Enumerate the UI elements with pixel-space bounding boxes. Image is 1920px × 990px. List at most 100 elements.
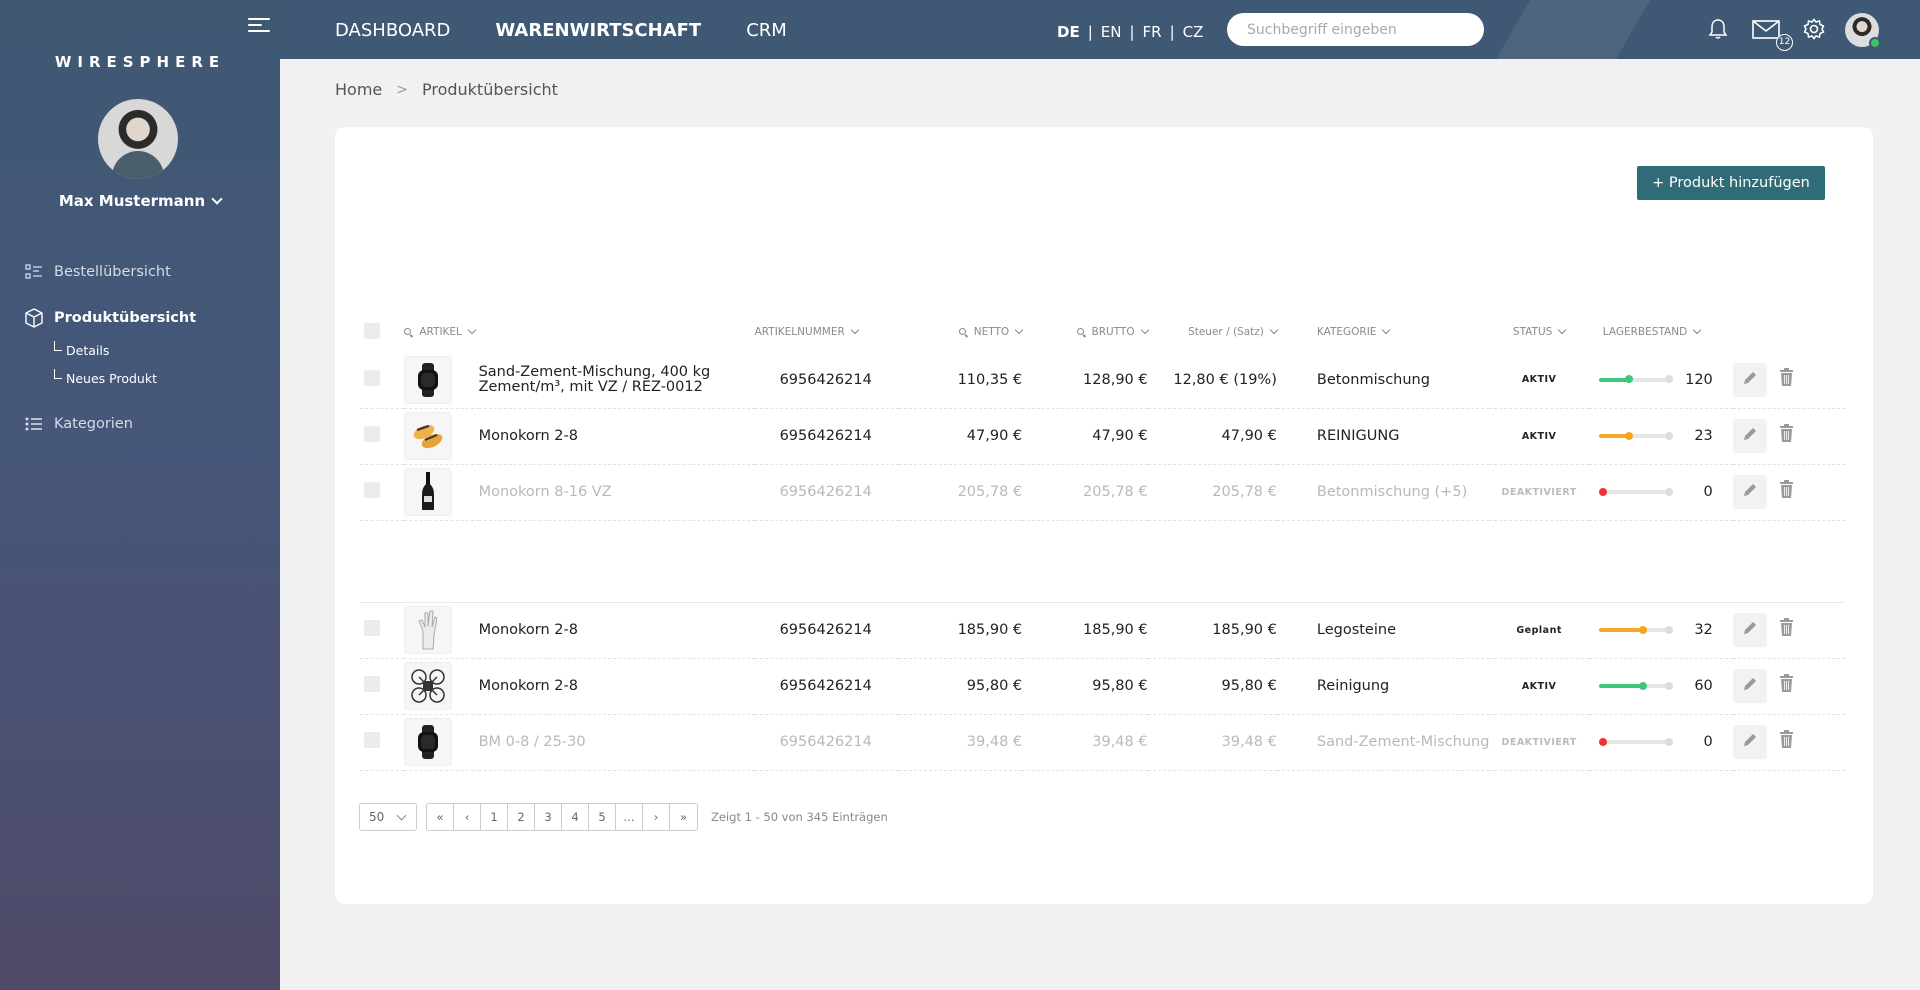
stock-value: 120 — [1685, 371, 1713, 388]
topnav-dashboard[interactable]: DASHBOARD — [335, 20, 450, 41]
lang-fr[interactable]: FR — [1143, 23, 1162, 41]
select-all-checkbox[interactable] — [364, 322, 380, 339]
col-artikel[interactable]: ARTIKEL — [404, 312, 754, 352]
product-sku: 6956426214 — [779, 678, 872, 694]
user-menu[interactable]: Max Mustermann — [0, 192, 280, 210]
topnav-crm[interactable]: CRM — [746, 20, 787, 41]
page-link[interactable]: 2 — [508, 804, 535, 830]
status-badge: DEAKTIVIERT — [1501, 486, 1577, 498]
edit-button[interactable] — [1733, 613, 1768, 647]
breadcrumb-home[interactable]: Home — [335, 80, 382, 99]
delete-button[interactable] — [1773, 424, 1799, 446]
col-status[interactable]: STATUS — [1489, 312, 1588, 352]
pencil-icon — [1742, 676, 1758, 696]
col-steuer[interactable]: Steuer / (Satz) — [1148, 312, 1279, 352]
sidebar-item-label: Bestellübersicht — [54, 264, 171, 280]
page-link[interactable]: ... — [616, 804, 643, 830]
page-link[interactable]: » — [670, 804, 697, 830]
user-avatar-small[interactable] — [1845, 13, 1881, 49]
chevron-down-icon — [396, 810, 407, 821]
col-artikelnummer[interactable]: ARTIKELNUMMER — [755, 312, 899, 352]
list-detail-icon — [24, 262, 44, 282]
table-header: ARTIKEL ARTIKELNUMMER NETTO BRUTTO Steue… — [360, 312, 1845, 352]
stock-value: 32 — [1694, 622, 1713, 638]
row-checkbox[interactable] — [364, 732, 380, 748]
row-checkbox[interactable] — [364, 620, 380, 636]
edit-button[interactable] — [1733, 725, 1768, 759]
delete-button[interactable] — [1773, 480, 1799, 502]
product-name[interactable]: Monokorn 8-16 VZ — [479, 484, 612, 500]
product-brutto: 47,90 € — [1092, 428, 1148, 444]
topnav-warenwirtschaft[interactable]: WARENWIRTSCHAFT — [495, 20, 701, 41]
lang-cz[interactable]: CZ — [1183, 23, 1204, 41]
product-name[interactable]: BM 0-8 / 25-30 — [479, 734, 586, 750]
product-thumbnail — [404, 355, 453, 404]
product-category: Legosteine — [1316, 622, 1396, 638]
sidebar-item-kategorien[interactable]: Kategorien — [0, 410, 280, 438]
delete-button[interactable] — [1773, 730, 1799, 752]
stock-indicator: 0 — [1598, 734, 1733, 750]
edit-button[interactable] — [1733, 419, 1768, 453]
page-size-select[interactable]: 50 — [359, 803, 417, 831]
table-row[interactable]: Monokorn 2-8 6956426214 47,90 € 47,90 € 47,9… — [360, 408, 1845, 465]
row-checkbox[interactable] — [364, 482, 380, 498]
mail-icon[interactable]: 12 — [1752, 20, 1793, 51]
product-name[interactable]: Monokorn 2-8 — [479, 622, 578, 638]
row-checkbox[interactable] — [364, 369, 380, 386]
row-checkbox[interactable] — [364, 676, 380, 692]
col-lagerbestand[interactable]: LAGERBESTAND — [1589, 312, 1733, 352]
sidebar-subitem-neues-produkt[interactable]: Neues Produkt — [0, 364, 280, 392]
delete-button[interactable] — [1773, 674, 1799, 696]
product-sku: 6956426214 — [779, 622, 872, 638]
page-link[interactable]: « — [427, 804, 454, 830]
row-checkbox[interactable] — [364, 426, 380, 442]
search-input[interactable] — [1227, 13, 1484, 46]
page-links: «‹ 1 2 3 4 5... ›» — [426, 803, 698, 831]
table-row[interactable]: Sand-Zement-Mischung, 400 kg Zement/m³, … — [360, 352, 1845, 409]
product-brutto: 205,78 € — [1083, 484, 1148, 500]
sidebar-subitem-label: Neues Produkt — [66, 370, 157, 386]
edit-button[interactable] — [1733, 669, 1768, 703]
top-bar: DASHBOARD WARENWIRTSCHAFT CRM DE | EN | FR… — [280, 0, 1920, 59]
page-link[interactable]: 1 — [481, 804, 508, 830]
product-name[interactable]: Monokorn 2-8 — [479, 678, 578, 694]
pencil-icon — [1742, 732, 1758, 752]
page-link[interactable]: 4 — [562, 804, 589, 830]
status-badge: AKTIV — [1521, 680, 1557, 692]
chevron-down-icon — [211, 193, 223, 205]
product-name[interactable]: Monokorn 2-8 — [479, 428, 578, 444]
col-brutto[interactable]: BRUTTO — [1022, 312, 1149, 352]
sidebar-subitem-details[interactable]: Details — [0, 336, 280, 364]
edit-button[interactable] — [1733, 362, 1768, 397]
table-row[interactable]: Monokorn 8-16 VZ 6956426214 205,78 € 205,78… — [360, 464, 1845, 521]
product-netto: 39,48 € — [966, 734, 1023, 750]
user-avatar — [98, 99, 178, 179]
page-link[interactable]: › — [643, 804, 670, 830]
product-name[interactable]: Sand-Zement-Mischung, 400 kg Zement/m³, … — [479, 364, 711, 395]
gear-icon[interactable] — [1803, 18, 1825, 44]
edit-button[interactable] — [1733, 475, 1768, 509]
table-row[interactable]: BM 0-8 / 25-30 6956426214 39,48 € 39,48 € 39… — [360, 714, 1845, 771]
product-sku: 6956426214 — [779, 734, 872, 750]
delete-button[interactable] — [1773, 618, 1799, 640]
page-link[interactable]: ‹ — [454, 804, 481, 830]
col-netto[interactable]: NETTO — [899, 312, 1024, 352]
sidebar-item-produktuebersicht[interactable]: Produktübersicht — [0, 304, 280, 332]
table-row[interactable]: Monokorn 2-8 6956426214 185,90 € 185,90 € 18… — [360, 602, 1845, 659]
delete-button[interactable] — [1773, 367, 1799, 390]
stock-bar — [1598, 487, 1673, 496]
table-row[interactable]: Monokorn 2-8 6956426214 95,80 € 95,80 € 95,8… — [360, 658, 1845, 715]
chevron-down-icon — [1692, 325, 1702, 335]
lang-de[interactable]: DE — [1057, 23, 1080, 41]
sidebar-item-label: Kategorien — [54, 416, 133, 432]
trash-icon — [1779, 730, 1794, 752]
lang-en[interactable]: EN — [1101, 23, 1122, 41]
bell-icon[interactable] — [1708, 18, 1728, 44]
add-product-button[interactable]: + Produkt hinzufügen — [1637, 166, 1825, 200]
menu-toggle-icon[interactable] — [248, 18, 270, 38]
sidebar-item-bestelluebersicht[interactable]: Bestellübersicht — [0, 258, 280, 286]
col-kategorie[interactable]: KATEGORIE — [1277, 312, 1490, 352]
product-sku: 6956426214 — [779, 428, 872, 444]
page-link[interactable]: 3 — [535, 804, 562, 830]
page-link[interactable]: 5 — [589, 804, 616, 830]
